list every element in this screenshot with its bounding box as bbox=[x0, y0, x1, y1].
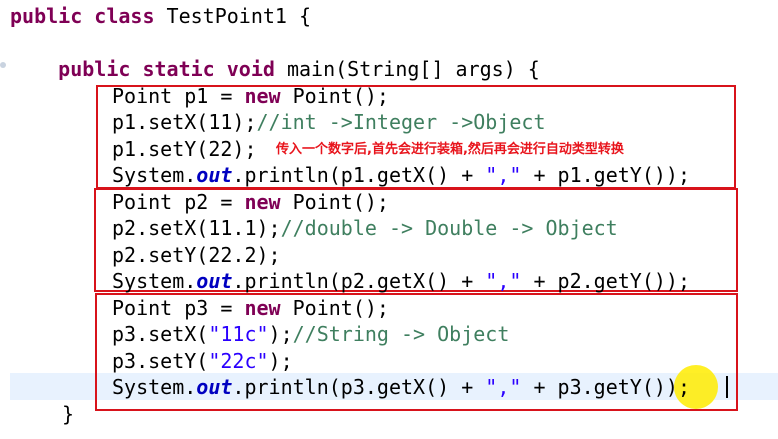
code-line-4: p1.setX(11);//int ->Integer ->Object bbox=[112, 110, 546, 134]
fold-marker-icon[interactable] bbox=[0, 62, 6, 68]
code-line-5: p1.setY(22); bbox=[112, 137, 257, 161]
code-line-11: Point p3 = new Point(); bbox=[112, 296, 389, 320]
code-line-9: p2.setY(22.2); bbox=[112, 243, 281, 267]
code-line-6: System.out.println(p1.getX() + "," + p1.… bbox=[112, 163, 690, 187]
code-line-14: System.out.println(p3.getX() + "," + p3.… bbox=[112, 375, 690, 399]
code-line-12: p3.setX("11c");//String -> Object bbox=[112, 322, 510, 346]
code-editor[interactable]: public class TestPoint1 { public static … bbox=[0, 0, 778, 439]
code-line-2: public static void main(String[] args) { bbox=[58, 57, 540, 81]
code-line-7: Point p2 = new Point(); bbox=[112, 190, 389, 214]
code-line-10: System.out.println(p2.getX() + "," + p2.… bbox=[112, 269, 690, 293]
annotation-note: 传入一个数字后,首先会进行装箱,然后再会进行自动类型转换 bbox=[276, 142, 624, 157]
code-line-13: p3.setY("22c"); bbox=[112, 349, 293, 373]
code-line-1: public class TestPoint1 { bbox=[10, 4, 312, 28]
text-caret bbox=[726, 376, 728, 398]
code-line-15: } bbox=[62, 402, 75, 426]
code-line-3: Point p1 = new Point(); bbox=[112, 84, 389, 108]
code-line-8: p2.setX(11.1);//double -> Double -> Obje… bbox=[112, 216, 618, 240]
